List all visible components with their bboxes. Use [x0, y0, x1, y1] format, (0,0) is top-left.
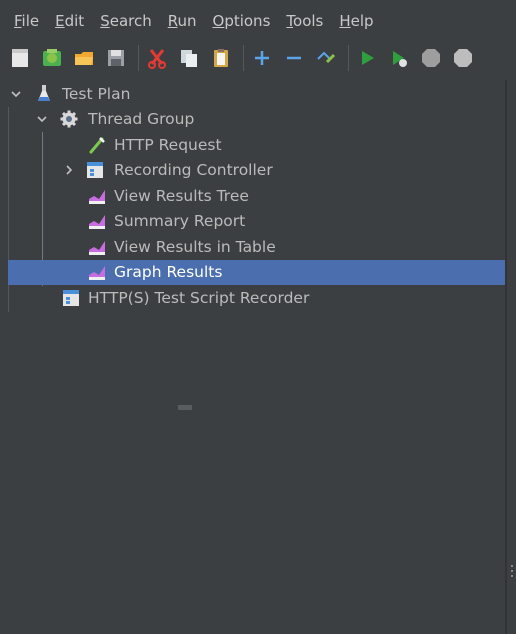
tree-node-test-plan[interactable]: Test Plan [8, 82, 505, 107]
toggle-icon[interactable] [314, 46, 338, 70]
tree-node-summary-report[interactable]: Summary Report [8, 209, 505, 234]
flask-icon [35, 85, 53, 103]
expand-toggle-icon[interactable] [36, 113, 48, 125]
menu-edit[interactable]: Edit [55, 12, 84, 30]
save-icon[interactable] [104, 46, 128, 70]
start-no-pauses-icon[interactable] [387, 46, 411, 70]
toolbar [0, 36, 516, 80]
resize-grip-icon[interactable] [511, 565, 514, 579]
controller-icon [62, 289, 80, 307]
tree-node-label: View Results in Table [114, 238, 276, 256]
tree-node-graph-results[interactable]: Graph Results [8, 260, 505, 285]
menu-file[interactable]: File [14, 12, 39, 30]
menu-bar: File Edit Search Run Options Tools Help [0, 0, 516, 36]
toolbar-separator [243, 45, 244, 71]
jmeter-window: File Edit Search Run Options Tools Help [0, 0, 516, 634]
tree-node-label: View Results Tree [114, 187, 249, 205]
open-icon[interactable] [72, 46, 96, 70]
start-icon[interactable] [355, 46, 379, 70]
tree-node-http-request[interactable]: HTTP Request [8, 133, 505, 158]
menu-search[interactable]: Search [100, 12, 152, 30]
tree-node-https-test-script-recorder[interactable]: HTTP(S) Test Script Recorder [8, 286, 505, 311]
menu-help[interactable]: Help [339, 12, 373, 30]
tree-node-label: Test Plan [62, 85, 131, 103]
chart-listener-icon [88, 212, 106, 230]
tree-node-thread-group[interactable]: Thread Group [8, 107, 505, 132]
chart-listener-icon [88, 263, 106, 281]
collapse-icon[interactable] [282, 46, 306, 70]
menu-options[interactable]: Options [213, 12, 271, 30]
gear-icon [60, 110, 78, 128]
paste-icon[interactable] [209, 46, 233, 70]
expand-icon[interactable] [250, 46, 274, 70]
copy-icon[interactable] [177, 46, 201, 70]
new-icon[interactable] [8, 46, 32, 70]
tree-node-label: HTTP Request [114, 136, 222, 154]
menu-tools[interactable]: Tools [286, 12, 323, 30]
tree-node-label: Summary Report [114, 212, 246, 230]
splitter-handle[interactable] [178, 405, 192, 410]
tree-node-label: Recording Controller [114, 161, 273, 179]
toolbar-separator [138, 45, 139, 71]
toolbar-separator [348, 45, 349, 71]
tree-node-label: Graph Results [114, 263, 223, 281]
pipette-icon [88, 136, 106, 154]
tree-node-view-results-in-table[interactable]: View Results in Table [8, 235, 505, 260]
tree-node-label: HTTP(S) Test Script Recorder [88, 289, 310, 307]
cut-icon[interactable] [145, 46, 169, 70]
expand-toggle-icon[interactable] [10, 88, 22, 100]
menu-run[interactable]: Run [168, 12, 197, 30]
shutdown-icon[interactable] [451, 46, 475, 70]
expand-toggle-icon[interactable] [63, 164, 75, 176]
tree-node-recording-controller[interactable]: Recording Controller [8, 158, 505, 183]
stop-icon[interactable] [419, 46, 443, 70]
chart-listener-icon [88, 187, 106, 205]
test-plan-tree[interactable]: Test Plan Thread Group HTTP Request Reco… [8, 80, 505, 634]
templates-icon[interactable] [40, 46, 64, 70]
right-pane-edge [507, 80, 516, 634]
chart-listener-icon [88, 238, 106, 256]
controller-icon [86, 161, 104, 179]
tree-node-view-results-tree[interactable]: View Results Tree [8, 184, 505, 209]
tree-node-label: Thread Group [88, 110, 195, 128]
